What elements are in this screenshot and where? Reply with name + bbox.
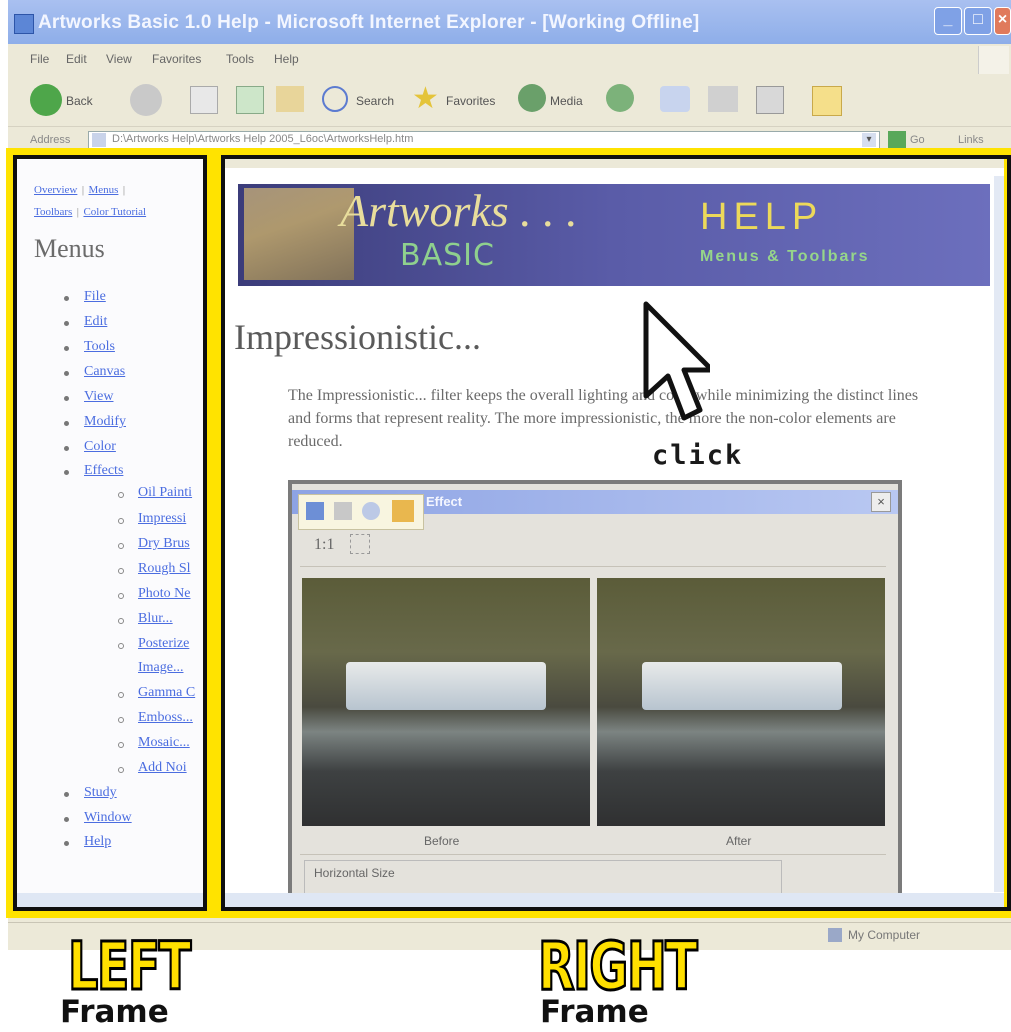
history-icon[interactable] [606, 84, 634, 112]
media-button-label[interactable]: Media [550, 94, 583, 108]
page-icon [92, 133, 106, 147]
maximize-button[interactable]: □ [964, 7, 992, 35]
media-icon[interactable] [518, 84, 546, 112]
favorites-star-icon[interactable]: ★ [412, 84, 444, 114]
address-value: D:\Artworks Help\Artworks Help 2005_L6oc… [112, 133, 414, 145]
minimize-button[interactable]: _ [934, 7, 962, 35]
menu-file[interactable]: File [30, 52, 49, 66]
menu-help[interactable]: Help [274, 52, 299, 66]
left-frame-caption: Frame [60, 994, 169, 1030]
menu-edit[interactable]: Edit [66, 52, 87, 66]
back-button-label[interactable]: Back [66, 94, 93, 108]
links-button[interactable]: Links [958, 134, 984, 146]
go-arrow-icon[interactable] [888, 131, 906, 149]
print-icon[interactable] [708, 86, 738, 112]
menu-favorites[interactable]: Favorites [152, 52, 201, 66]
forward-arrow-icon[interactable] [130, 84, 162, 116]
close-button[interactable]: × [994, 7, 1011, 35]
computer-icon [828, 928, 842, 942]
menu-view[interactable]: View [106, 52, 132, 66]
search-button-label[interactable]: Search [356, 94, 394, 108]
home-icon[interactable] [276, 86, 304, 112]
go-button[interactable]: Go [910, 134, 925, 146]
address-dropdown-icon[interactable]: ▾ [862, 133, 876, 147]
back-arrow-icon[interactable] [30, 84, 62, 116]
ie-icon [14, 14, 34, 34]
address-label: Address [30, 134, 71, 146]
status-zone: My Computer [848, 928, 921, 942]
right-frame-caption: Frame [540, 994, 649, 1030]
favorites-button-label[interactable]: Favorites [446, 94, 495, 108]
edit-page-icon[interactable] [756, 86, 784, 114]
left-frame-outline [13, 155, 207, 911]
stop-icon[interactable] [190, 86, 218, 114]
window-title: Artworks Basic 1.0 Help - Microsoft Inte… [38, 12, 700, 33]
messenger-icon[interactable] [812, 86, 842, 116]
right-frame-outline [221, 155, 1011, 911]
menu-tools[interactable]: Tools [226, 52, 254, 66]
mail-icon[interactable] [660, 86, 690, 112]
search-icon[interactable] [322, 86, 348, 112]
refresh-icon[interactable] [236, 86, 264, 114]
windows-logo-icon [978, 46, 1009, 74]
